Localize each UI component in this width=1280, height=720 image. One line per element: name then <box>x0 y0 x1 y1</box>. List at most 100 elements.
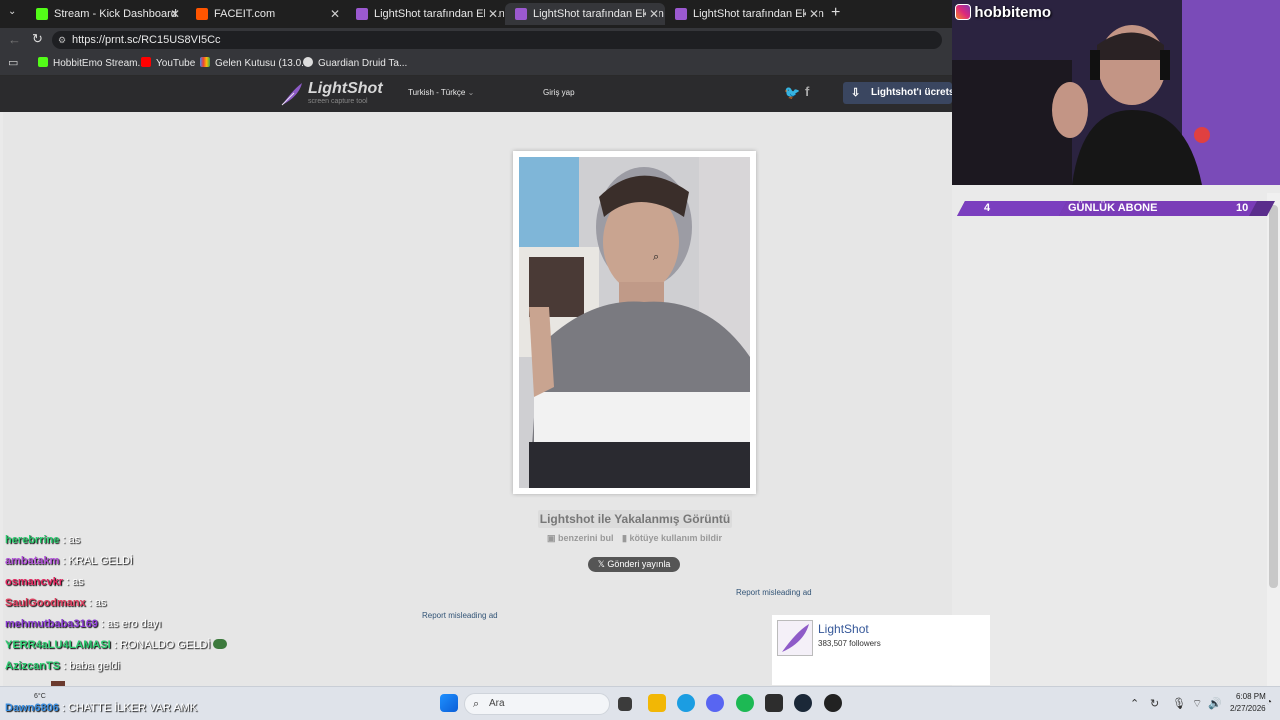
flag-icon: ▮ <box>622 533 627 543</box>
edge-browser-icon[interactable] <box>677 694 695 712</box>
bookmark-guardian-druid[interactable]: Guardian Druid Ta... <box>303 57 407 71</box>
notification-bell-icon[interactable]: ◔ <box>1266 697 1272 708</box>
report-misleading-ad-link[interactable]: Report misleading ad <box>422 611 498 620</box>
tab-title: Stream - Kick Dashboard <box>54 8 177 20</box>
chat-username: osmancvkr <box>5 576 64 588</box>
kick-icon <box>36 8 48 20</box>
chat-username: herebrrine <box>5 534 60 546</box>
language-select[interactable]: Turkish - Türkçe ⌄ <box>408 88 474 97</box>
report-misleading-ad-link[interactable]: Report misleading ad <box>736 588 812 597</box>
lightshot-feather-icon <box>281 83 302 106</box>
close-icon[interactable]: ✕ <box>484 3 498 25</box>
tab-list-chevron-icon[interactable]: ⌄ <box>8 6 16 17</box>
camera-icon: ▣ <box>547 533 556 543</box>
logo-title: LightShot <box>308 80 383 97</box>
facebook-follower-count: 383,507 followers <box>818 639 881 648</box>
chat-message: osmancvkr : as <box>5 576 84 588</box>
chat-username: ambatakm <box>5 555 60 567</box>
chat-message: AzizcanTS : baba geldi <box>5 660 120 672</box>
facebook-page-widget[interactable]: LightShot 383,507 followers <box>772 615 990 685</box>
tab-title: FACEIT.com <box>214 8 276 20</box>
chat-username: mehmutbaba3169 <box>5 618 98 630</box>
tab-kick[interactable]: Stream - Kick Dashboard ✕ <box>26 3 186 25</box>
tab-faceit[interactable]: FACEIT.com ✕ <box>186 3 346 25</box>
chat-message: YERR4aLU4LAMASI : RONALDO GELDİ <box>5 639 228 651</box>
spotify-icon[interactable] <box>736 694 754 712</box>
captured-image[interactable]: ⌕ <box>519 157 750 488</box>
bookmark-gmail[interactable]: Gelen Kutusu (13.0... <box>200 57 310 71</box>
chat-text: : as <box>66 576 84 588</box>
chat-message: SaulGoodmanx : as <box>5 597 106 609</box>
lightshot-feather-icon <box>515 8 527 20</box>
close-icon[interactable]: ✕ <box>645 3 659 25</box>
chevron-down-icon: ⌄ <box>467 88 475 97</box>
steam-icon[interactable] <box>794 694 812 712</box>
clock-time[interactable]: 6:08 PM <box>1236 692 1266 701</box>
file-explorer-icon[interactable] <box>648 694 666 712</box>
obs-icon[interactable] <box>824 694 842 712</box>
microphone-icon[interactable]: 🎙 <box>1172 697 1186 710</box>
chat-text: : as <box>62 534 81 546</box>
chat-message: mehmutbaba3169 : as ero dayı <box>5 618 162 630</box>
volume-icon[interactable]: 🔊 <box>1208 697 1222 710</box>
wifi-icon[interactable]: ⌔ <box>1192 697 1202 711</box>
bookmark-youtube[interactable]: YouTube <box>141 57 195 71</box>
tray-overflow-chevron-icon[interactable]: ⌃ <box>1130 697 1139 710</box>
reload-icon[interactable]: ↻ <box>32 31 43 47</box>
report-abuse-link[interactable]: ▮ kötüye kullanım bildir <box>622 533 722 544</box>
chat-username: Dawn6806 <box>5 702 59 714</box>
chat-username: SaulGoodmanx <box>5 597 86 609</box>
logo-subtitle: screen capture tool <box>308 98 368 105</box>
x-logo-icon: 𝕏 <box>597 559 605 569</box>
weather-widget[interactable]: 6°C <box>34 693 46 700</box>
instagram-icon <box>955 4 971 20</box>
scrollbar-thumb[interactable] <box>1269 205 1278 588</box>
pepe-emote-icon <box>213 639 228 649</box>
page-background <box>3 112 952 686</box>
chat-text: : KRAL GELDİ <box>62 555 133 567</box>
clock-date[interactable]: 2/27/2026 <box>1230 704 1266 713</box>
network-sync-icon[interactable]: ↻ <box>1150 697 1159 710</box>
windows-start-icon[interactable] <box>440 694 458 712</box>
address-bar[interactable]: ⚙ https://prnt.sc/RC15US8VI5Cc <box>52 31 942 49</box>
new-tab-plus-icon[interactable]: + <box>831 4 840 22</box>
close-icon[interactable]: ✕ <box>330 3 340 25</box>
taskbar-search[interactable]: ⌕ Ara <box>464 693 610 715</box>
tab-lightshot-2[interactable]: LightShot tarafından Ekran Görünt ✕ <box>505 3 665 25</box>
chat-message: Dawn6806 : CHATTE İLKER VAR AMK <box>5 702 197 714</box>
lightshot-feather-icon <box>675 8 687 20</box>
chat-username: YERR4aLU4LAMASI <box>5 639 111 651</box>
search-icon: ⌕ <box>473 698 480 710</box>
captured-photo-illustration <box>519 157 750 488</box>
url-text: https://prnt.sc/RC15US8VI5Cc <box>72 34 221 46</box>
login-link[interactable]: Giriş yap <box>543 88 575 97</box>
facebook-icon[interactable]: f <box>805 84 809 99</box>
image-caption: Lightshot ile Yakalanmış Görüntü <box>538 510 732 528</box>
tab-lightshot-3[interactable]: LightShot tarafından Ekran Görünt ✕ <box>665 3 825 25</box>
kick-icon <box>38 57 48 67</box>
site-info-icon[interactable]: ⚙ <box>58 31 66 49</box>
download-lightshot-button[interactable]: ⇩ Lightshot'ı ücretsiz <box>843 82 952 104</box>
chat-text: : RONALDO GELDİ <box>113 639 211 651</box>
discord-icon[interactable] <box>706 694 724 712</box>
task-view-icon[interactable] <box>618 697 632 711</box>
instagram-handle-tag: hobbitemo <box>955 4 1051 24</box>
close-icon[interactable]: ✕ <box>170 3 180 25</box>
twitter-icon[interactable]: 🐦 <box>784 85 800 101</box>
chat-text: : as <box>88 597 107 609</box>
lightshot-logo[interactable]: LightShot screen capture tool <box>280 80 383 108</box>
post-on-x-button[interactable]: 𝕏 Gönderi yayınla <box>588 557 680 572</box>
lightshot-page-avatar <box>777 620 813 656</box>
chat-text: : baba geldi <box>63 660 120 672</box>
terminal-icon[interactable] <box>765 694 783 712</box>
find-similar-link[interactable]: ▣ benzerini bul <box>547 533 614 544</box>
facebook-page-name[interactable]: LightShot <box>818 622 869 636</box>
back-arrow-icon[interactable]: ← <box>8 32 21 47</box>
chat-username: AzizcanTS <box>5 660 61 672</box>
close-icon[interactable]: ✕ <box>805 3 819 25</box>
tab-lightshot-1[interactable]: LightShot tarafından Ekran Görünt ✕ <box>346 3 504 25</box>
bookmark-hobbitemo[interactable]: HobbitEmo Stream... <box>38 57 146 71</box>
chat-text: : as ero dayı <box>101 618 162 630</box>
tab-search-icon[interactable]: ▭ <box>8 56 18 69</box>
webcam-illustration <box>952 0 1280 185</box>
